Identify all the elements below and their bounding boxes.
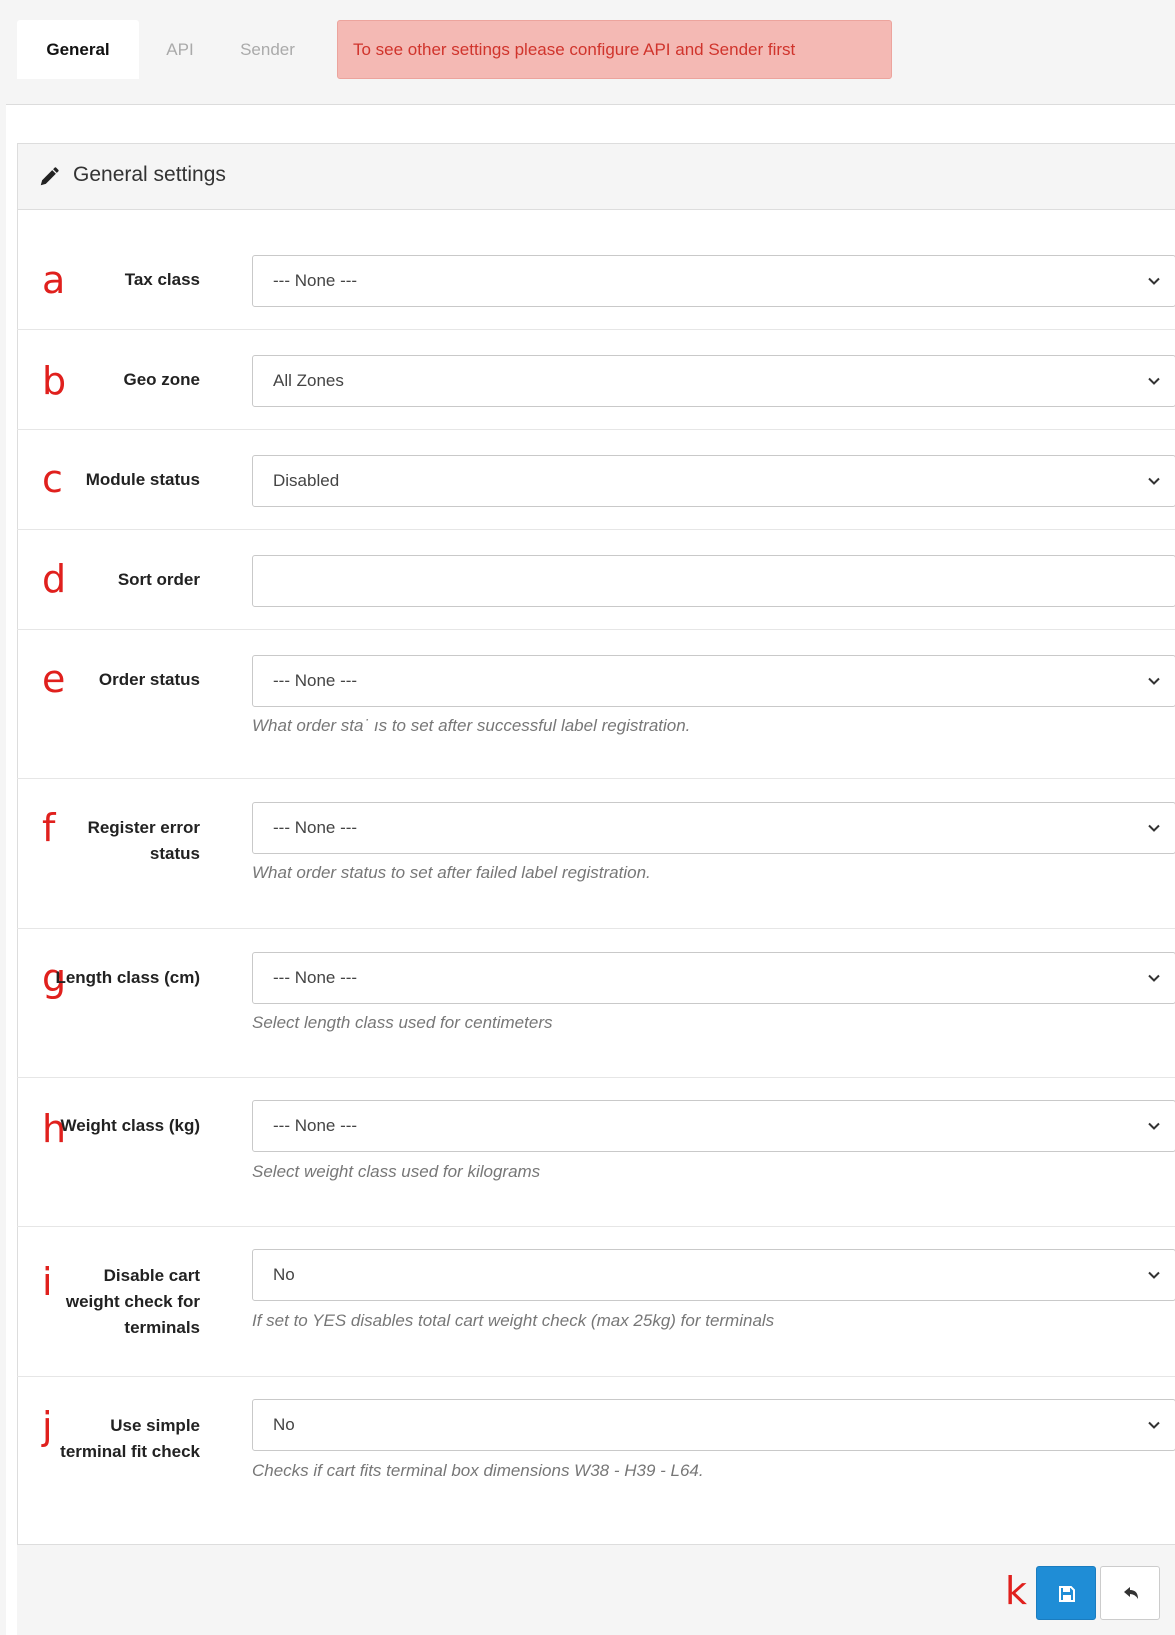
panel-heading: General settings <box>18 144 1175 210</box>
pencil-icon <box>40 167 59 186</box>
tax-class-select[interactable]: --- None --- <box>252 255 1175 307</box>
form-row-disable-cart-weight-check: i Disable cart weight check for terminal… <box>17 1227 1175 1377</box>
register-error-status-help: What order status to set after failed la… <box>252 863 651 882</box>
config-alert: To see other settings please configure A… <box>337 20 892 79</box>
chevron-down-icon <box>1148 377 1160 385</box>
chevron-down-icon <box>1148 974 1160 982</box>
geo-zone-select[interactable]: All Zones <box>252 355 1175 407</box>
save-icon <box>1059 1586 1075 1602</box>
order-status-select[interactable]: --- None --- <box>252 655 1175 707</box>
annotation-marker: k <box>1005 1569 1028 1613</box>
disable-cart-weight-check-label: Disable cart weight check for terminals <box>65 1266 200 1337</box>
sort-order-label: Sort order <box>117 570 200 589</box>
weight-class-label: Weight class (kg) <box>60 1116 201 1135</box>
chevron-down-icon <box>1148 824 1160 832</box>
disable-cart-weight-check-select[interactable]: No <box>252 1249 1175 1301</box>
panel-footer <box>17 1544 1175 1635</box>
module-status-label: Module status <box>85 470 200 489</box>
order-status-help: What order sta˙ ıs to set after successf… <box>252 716 691 735</box>
module-status-value: Disabled <box>273 471 340 490</box>
form-row-weight-class: h Weight class (kg) --- None --- Select … <box>17 1078 1175 1227</box>
register-error-status-select[interactable]: --- None --- <box>252 802 1175 854</box>
chevron-down-icon <box>1148 1421 1160 1429</box>
form-row-simple-terminal-fit-check: j Use simple terminal fit check No Check… <box>17 1377 1175 1544</box>
length-class-label: Length class (cm) <box>55 968 200 987</box>
tab-api[interactable]: API <box>150 20 210 79</box>
tax-class-value: --- None --- <box>273 271 358 290</box>
chevron-down-icon <box>1148 677 1160 685</box>
form-row-module-status: c Module status Disabled <box>17 430 1175 530</box>
simple-terminal-fit-check-select[interactable]: No <box>252 1399 1175 1451</box>
order-status-label: Order status <box>98 670 200 689</box>
weight-class-select[interactable]: --- None --- <box>252 1100 1175 1152</box>
simple-terminal-fit-check-label: Use simple terminal fit check <box>60 1416 200 1461</box>
module-status-select[interactable]: Disabled <box>252 455 1175 507</box>
form-row-sort-order: d Sort order <box>17 530 1175 630</box>
chevron-down-icon <box>1148 1122 1160 1130</box>
tab-sender[interactable]: Sender <box>225 20 310 79</box>
save-button[interactable] <box>1036 1566 1096 1620</box>
form-row-order-status: e Order status --- None --- What order s… <box>17 630 1175 779</box>
back-button[interactable] <box>1100 1566 1160 1620</box>
disable-cart-weight-check-help: If set to YES disables total cart weight… <box>252 1311 775 1330</box>
geo-zone-value: All Zones <box>273 371 344 390</box>
form-row-geo-zone: b Geo zone All Zones <box>17 330 1175 430</box>
tab-general[interactable]: General <box>17 20 139 79</box>
chevron-down-icon <box>1148 277 1160 285</box>
register-error-status-label: Register error status <box>87 818 200 863</box>
tab-bar-divider <box>6 104 1175 105</box>
order-status-value: --- None --- <box>273 671 358 690</box>
chevron-down-icon <box>1148 1271 1160 1279</box>
length-class-select[interactable]: --- None --- <box>252 952 1175 1004</box>
weight-class-help: Select weight class used for kilograms <box>252 1162 541 1181</box>
chevron-down-icon <box>1148 477 1160 485</box>
left-rule <box>0 0 6 1635</box>
tax-class-label: Tax class <box>124 270 200 289</box>
form-row-tax-class: a Tax class --- None --- <box>17 210 1175 330</box>
reply-icon <box>1124 1587 1138 1599</box>
sort-order-input[interactable] <box>252 555 1175 607</box>
geo-zone-label: Geo zone <box>123 370 200 389</box>
simple-terminal-fit-check-value: No <box>273 1415 295 1434</box>
weight-class-value: --- None --- <box>273 1116 358 1135</box>
length-class-value: --- None --- <box>273 968 358 987</box>
register-error-status-value: --- None --- <box>273 818 358 837</box>
panel-title: General settings <box>73 163 226 186</box>
disable-cart-weight-check-value: No <box>273 1265 295 1284</box>
form-row-register-error-status: f Register error status --- None --- Wha… <box>17 779 1175 929</box>
form-row-length-class: g Length class (cm) --- None --- Select … <box>17 929 1175 1078</box>
simple-terminal-fit-check-help: Checks if cart fits terminal box dimensi… <box>252 1461 704 1480</box>
length-class-help: Select length class used for centimeters <box>252 1013 553 1032</box>
